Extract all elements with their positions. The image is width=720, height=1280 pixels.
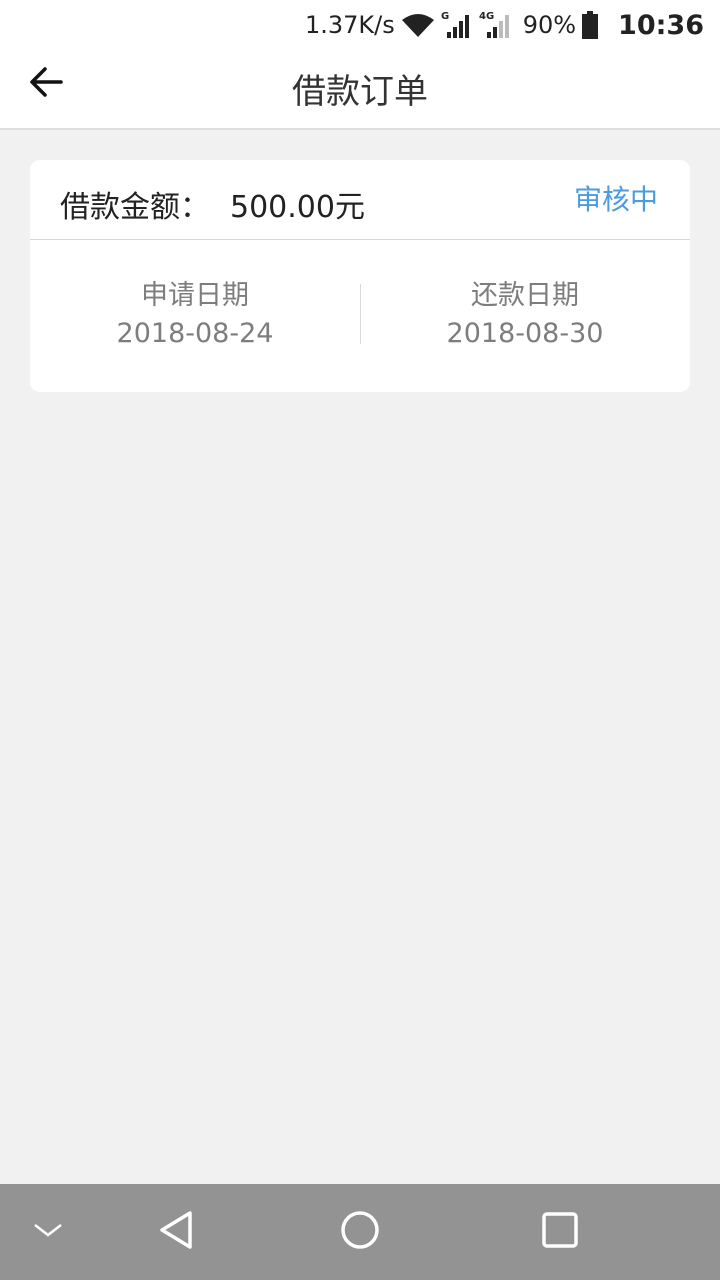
status-badge: 审核中 — [573, 183, 658, 216]
nav-home-button[interactable] — [330, 1202, 390, 1262]
home-circle-icon — [340, 1210, 380, 1254]
system-nav-bar — [0, 1184, 720, 1280]
chevron-down-icon — [33, 1222, 63, 1242]
loan-amount-label: 借款金额： — [60, 190, 210, 225]
signal-sim2-icon: 4G — [479, 10, 513, 40]
network-speed: 1.37K/s — [304, 11, 395, 39]
battery-icon — [582, 11, 599, 39]
clock: 10:36 — [618, 9, 704, 41]
hide-nav-button[interactable] — [18, 1202, 78, 1262]
status-bar: 1.37K/s G 4G 90% 10:36 — [0, 0, 720, 50]
signal-sim1-icon: G — [441, 10, 473, 40]
loan-amount-value: 500.00元 — [230, 190, 365, 225]
nav-recents-button[interactable] — [530, 1202, 590, 1262]
back-triangle-icon — [158, 1210, 194, 1254]
sim2-label: 4G — [479, 11, 494, 22]
card-header: 借款金额： 500.00元 审核中 — [30, 160, 690, 240]
page-title: 借款订单 — [292, 72, 428, 112]
repay-date-value: 2018-08-30 — [446, 318, 604, 349]
sim1-label: G — [441, 11, 449, 22]
app-header: 借款订单 — [0, 50, 720, 130]
battery-percent: 90% — [522, 11, 577, 39]
nav-back-button[interactable] — [146, 1202, 206, 1262]
apply-date-label: 申请日期 — [141, 280, 249, 311]
loan-order-card[interactable]: 借款金额： 500.00元 审核中 申请日期 2018-08-24 还款日期 2… — [30, 160, 690, 392]
repay-date-block: 还款日期 2018-08-30 — [360, 278, 690, 354]
wifi-icon — [401, 12, 435, 38]
recents-square-icon — [542, 1212, 578, 1252]
card-dates: 申请日期 2018-08-24 还款日期 2018-08-30 — [30, 240, 690, 391]
repay-date-label: 还款日期 — [471, 280, 579, 311]
apply-date-block: 申请日期 2018-08-24 — [30, 278, 360, 354]
apply-date-value: 2018-08-24 — [116, 318, 274, 349]
